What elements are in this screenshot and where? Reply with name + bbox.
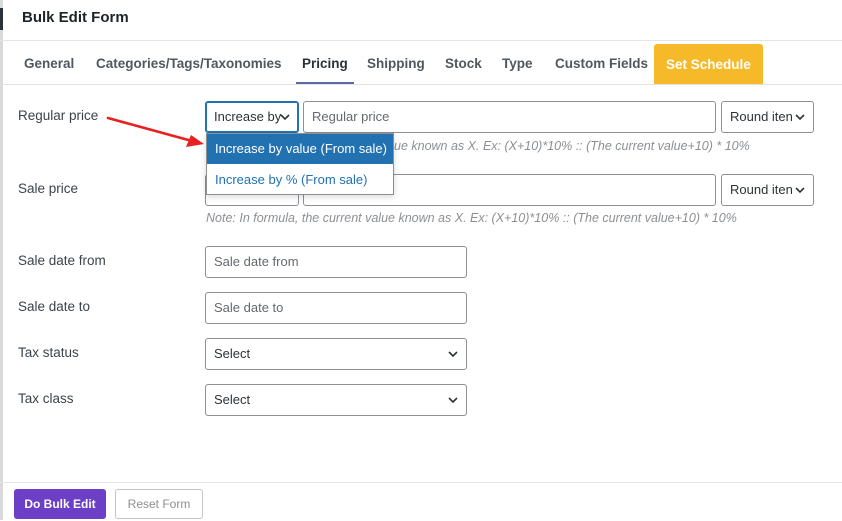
regular-price-label: Regular price [18, 108, 99, 123]
tab-custom-fields[interactable]: Custom Fields [555, 41, 648, 84]
regular-price-placeholder: Regular price [312, 109, 390, 124]
dropdown-option-increase-by-percent[interactable]: Increase by % (From sale) [207, 165, 393, 195]
tab-categories-tags-taxonomies[interactable]: Categories/Tags/Taxonomies [96, 41, 282, 84]
regular-price-operator-value: Increase by [214, 109, 282, 124]
tax-status-select[interactable]: Select [205, 338, 467, 370]
tab-type[interactable]: Type [502, 41, 533, 84]
reset-form-button[interactable]: Reset Form [115, 489, 203, 519]
sale-date-from-input[interactable]: Sale date from [205, 246, 467, 278]
regular-price-round-value: Round iten [730, 109, 793, 124]
regular-price-note: ue known as X. Ex: (X+10)*10% :: (The cu… [394, 139, 750, 153]
do-bulk-edit-button[interactable]: Do Bulk Edit [14, 489, 106, 519]
sale-date-from-placeholder: Sale date from [214, 254, 299, 269]
operator-dropdown-list: Increase by value (From sale) Increase b… [206, 133, 394, 195]
sale-date-to-input[interactable]: Sale date to [205, 292, 467, 324]
chevron-down-icon [448, 351, 458, 358]
regular-price-input[interactable]: Regular price [303, 101, 716, 133]
sale-price-round-value: Round iten [730, 182, 793, 197]
dialog-title: Bulk Edit Form [22, 9, 129, 26]
annotation-arrow-icon [106, 116, 204, 147]
sale-date-to-label: Sale date to [18, 299, 91, 314]
tab-stock[interactable]: Stock [445, 41, 482, 84]
sale-date-to-placeholder: Sale date to [214, 300, 284, 315]
tab-set-schedule[interactable]: Set Schedule [654, 44, 763, 84]
regular-price-operator-select[interactable]: Increase by [205, 101, 299, 133]
tab-general[interactable]: General [24, 41, 74, 84]
tax-class-value: Select [214, 392, 251, 407]
sale-price-round-select[interactable]: Round iten [721, 174, 814, 206]
tax-class-label: Tax class [18, 391, 74, 406]
sale-price-label: Sale price [18, 181, 79, 196]
chevron-down-icon [280, 114, 290, 121]
sale-date-from-label: Sale date from [18, 253, 106, 268]
tax-status-label: Tax status [18, 345, 79, 360]
tax-class-select[interactable]: Select [205, 384, 467, 416]
tab-shipping[interactable]: Shipping [367, 41, 425, 84]
dialog-header: Bulk Edit Form [0, 0, 842, 41]
chevron-down-icon [795, 187, 805, 194]
tab-pricing[interactable]: Pricing [296, 41, 354, 84]
sale-price-note: Note: In formula, the current value know… [206, 211, 737, 225]
tax-status-value: Select [214, 346, 251, 361]
tab-bar: General Categories/Tags/Taxonomies Prici… [0, 41, 842, 85]
regular-price-round-select[interactable]: Round iten [721, 101, 814, 133]
dropdown-option-increase-by-value[interactable]: Increase by value (From sale) [207, 134, 393, 164]
chevron-down-icon [448, 397, 458, 404]
chevron-down-icon [795, 114, 805, 121]
